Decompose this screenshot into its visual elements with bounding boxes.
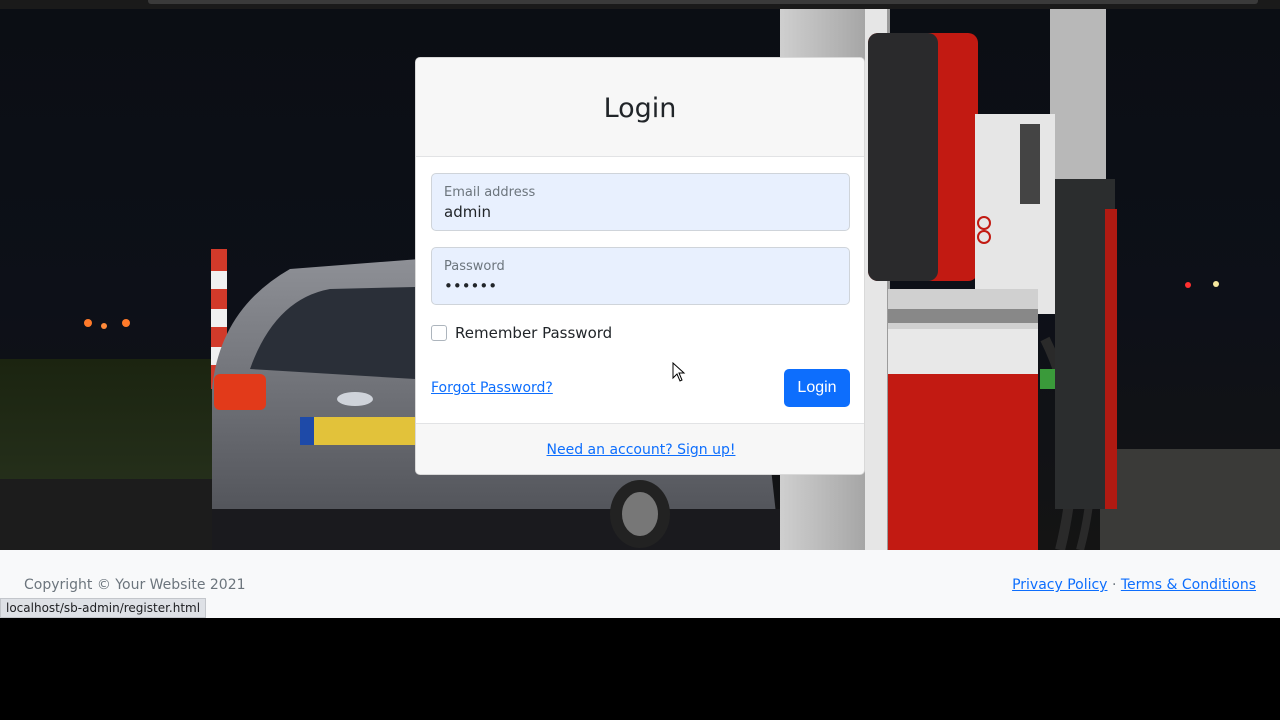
- signup-link[interactable]: Need an account? Sign up!: [547, 442, 736, 458]
- privacy-policy-link[interactable]: Privacy Policy: [1012, 577, 1107, 593]
- status-bar-url: localhost/sb-admin/register.html: [0, 598, 207, 618]
- terms-link[interactable]: Terms & Conditions: [1121, 577, 1256, 593]
- page-title: Login: [603, 92, 677, 124]
- password-label: Password: [444, 259, 505, 274]
- email-value[interactable]: admin: [444, 203, 491, 221]
- login-form: Email address admin Password •••••• Reme…: [416, 157, 864, 423]
- empty-area: [0, 618, 1280, 720]
- card-header: Login: [416, 58, 864, 157]
- remember-password-checkbox[interactable]: [431, 325, 447, 341]
- remember-password-label[interactable]: Remember Password: [455, 324, 612, 342]
- login-button[interactable]: Login: [784, 369, 850, 407]
- footer-separator: ·: [1111, 577, 1117, 593]
- copyright-text: Copyright © Your Website 2021: [24, 577, 246, 593]
- forgot-password-link[interactable]: Forgot Password?: [431, 380, 553, 396]
- remember-password-row[interactable]: Remember Password: [431, 324, 612, 342]
- login-card: Login Email address admin Password •••••…: [415, 57, 865, 475]
- footer-links: Privacy Policy · Terms & Conditions: [1012, 577, 1256, 593]
- email-field[interactable]: Email address admin: [431, 173, 850, 231]
- browser-top-strip: [0, 0, 1280, 9]
- card-footer: Need an account? Sign up!: [416, 423, 864, 474]
- mouse-pointer-icon: [672, 362, 686, 382]
- password-value[interactable]: ••••••: [444, 277, 497, 295]
- password-field[interactable]: Password ••••••: [431, 247, 850, 305]
- email-label: Email address: [444, 185, 536, 200]
- tab-strip: [148, 0, 1258, 4]
